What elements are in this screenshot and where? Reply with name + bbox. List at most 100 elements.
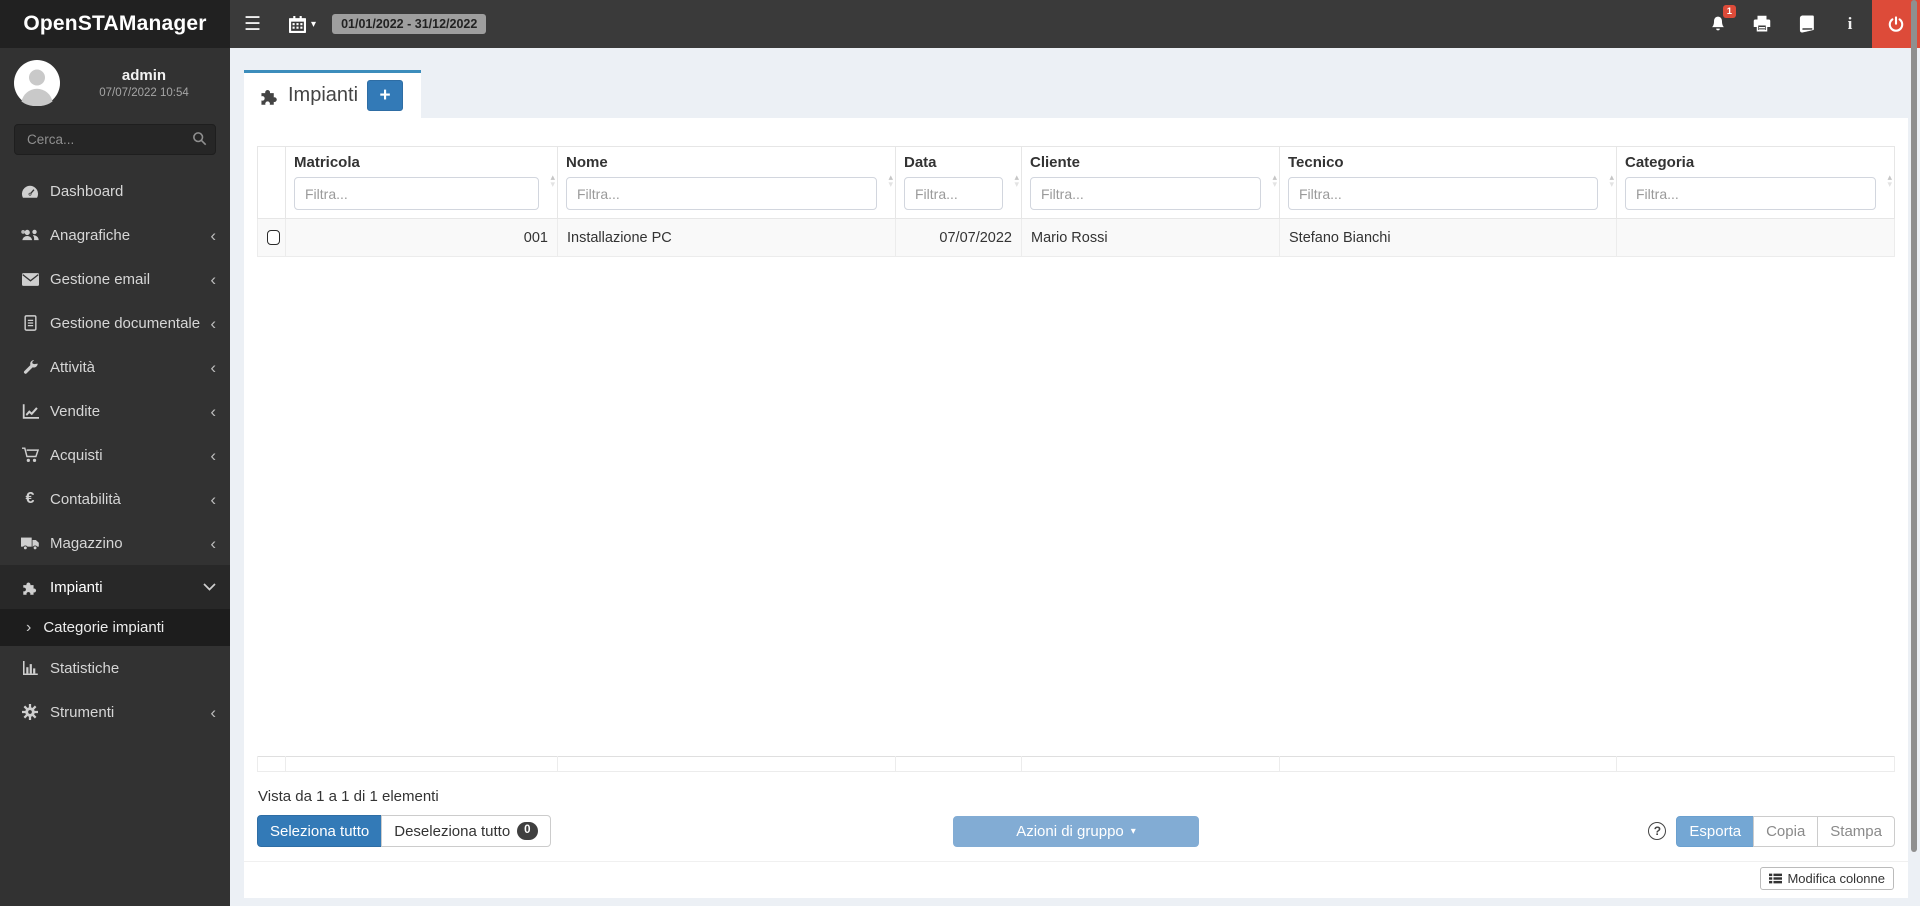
sidebar-item-label: Contabilità: [50, 490, 121, 508]
sort-arrows[interactable]: ▴ ▾: [888, 173, 893, 188]
caret-down-icon: ▾: [1130, 825, 1136, 837]
sort-arrows[interactable]: ▴ ▾: [550, 173, 555, 188]
add-record-button[interactable]: +: [367, 80, 404, 111]
app-logo[interactable]: OpenSTAManager: [0, 0, 230, 48]
printer-icon: [1753, 15, 1771, 33]
notifications-button[interactable]: 1: [1696, 0, 1740, 48]
file-icon: [18, 315, 42, 331]
filter-input-categoria[interactable]: [1625, 177, 1876, 210]
pagination-info: Vista da 1 a 1 di 1 elementi: [258, 788, 439, 805]
sidebar-toggle-button[interactable]: ☰: [230, 0, 275, 48]
table-empty-space: [257, 256, 1895, 757]
sidebar-item-label: Magazzino: [50, 534, 123, 552]
search-input[interactable]: [14, 124, 216, 155]
navbar: ☰ ▾ 01/01/2022 - 31/12/2022 1 i: [230, 0, 1920, 48]
row-checkbox-cell: [257, 218, 286, 257]
help-icon[interactable]: ?: [1648, 822, 1667, 840]
sidebar-item-label: Gestione email: [50, 270, 151, 288]
sidebar-item-acquisti[interactable]: Acquisti ‹: [0, 433, 230, 477]
sidebar-item-anagrafiche[interactable]: Anagrafiche ‹: [0, 213, 230, 257]
cell-cliente: Mario Rossi: [1021, 218, 1280, 257]
sidebar-item-label: Dashboard: [50, 182, 124, 200]
chevron-left-icon: ‹: [210, 401, 216, 421]
records-table: Matricola ▴▾ Nome ▴▾ Data ▴▾ Cliente: [257, 146, 1895, 772]
topbar: OpenSTAManager ☰ ▾ 01/01/2022 - 31/12/20…: [0, 0, 1920, 48]
bar-chart-icon: [18, 661, 42, 675]
sidebar-menu: Dashboard Anagrafiche ‹ Gestione email ‹…: [0, 169, 230, 734]
period-picker-button[interactable]: ▾: [275, 0, 330, 48]
docs-button[interactable]: [1784, 0, 1828, 48]
chevron-left-icon: ‹: [210, 225, 216, 245]
filter-input-cliente[interactable]: [1030, 177, 1261, 210]
sidebar-search: [14, 124, 216, 155]
sidebar-item-label: Vendite: [50, 402, 101, 420]
about-button[interactable]: i: [1828, 0, 1872, 48]
caret-down-icon: ▾: [311, 18, 317, 30]
sidebar-item-gestione-documentale[interactable]: Gestione documentale ‹: [0, 301, 230, 345]
table-panel: Matricola ▴▾ Nome ▴▾ Data ▴▾ Cliente: [244, 118, 1908, 898]
sidebar-item-label: Statistiche: [50, 659, 120, 677]
sidebar-item-label: Acquisti: [50, 446, 103, 464]
sidebar-item-magazzino[interactable]: Magazzino ‹: [0, 521, 230, 565]
sidebar-item-attivita[interactable]: Attività ‹: [0, 345, 230, 389]
avatar[interactable]: [14, 60, 60, 106]
tab-impianti[interactable]: Impianti +: [244, 70, 422, 118]
table-footer-row: [257, 756, 1895, 772]
sidebar-item-statistiche[interactable]: Statistiche: [0, 646, 230, 690]
sort-arrows[interactable]: ▴ ▾: [1609, 173, 1614, 188]
sidebar-item-impianti[interactable]: Impianti: [0, 565, 230, 609]
sidebar-item-gestione-email[interactable]: Gestione email ‹: [0, 257, 230, 301]
date-range-badge[interactable]: 01/01/2022 - 31/12/2022: [332, 14, 487, 34]
print-button-table[interactable]: Stampa: [1817, 815, 1895, 847]
tab-bar: Impianti +: [244, 70, 1908, 118]
checkbox-column-header: [257, 146, 286, 219]
power-icon: [1887, 15, 1905, 34]
sort-arrows[interactable]: ▴ ▾: [1272, 173, 1277, 188]
column-header-matricola: Matricola ▴▾: [285, 146, 558, 219]
search-icon[interactable]: [192, 131, 207, 146]
sidebar-item-vendite[interactable]: Vendite ‹: [0, 389, 230, 433]
deselect-all-button[interactable]: Deseleziona tutto 0: [381, 815, 551, 847]
group-actions-button[interactable]: Azioni di gruppo ▾: [953, 815, 1199, 847]
cell-data: 07/07/2022: [895, 218, 1022, 257]
print-button[interactable]: [1740, 0, 1784, 48]
sidebar-item-label: Strumenti: [50, 703, 115, 721]
user-datetime: 07/07/2022 10:54: [99, 87, 189, 99]
copy-button[interactable]: Copia: [1753, 815, 1819, 847]
column-header-data: Data ▴▾: [895, 146, 1022, 219]
user-name: admin: [121, 67, 167, 84]
chevron-left-icon: ‹: [210, 313, 216, 333]
select-all-button[interactable]: Seleziona tutto: [257, 815, 383, 847]
filter-input-tecnico[interactable]: [1288, 177, 1598, 210]
sort-arrows[interactable]: ▴ ▾: [1887, 173, 1892, 188]
sidebar-item-label: Gestione documentale: [50, 314, 201, 332]
truck-icon: [18, 536, 42, 551]
row-checkbox[interactable]: [267, 230, 280, 245]
cell-categoria: [1616, 218, 1895, 257]
sidebar-item-categorie-impianti[interactable]: › Categorie impianti: [0, 609, 230, 646]
column-header-cliente: Cliente ▴▾: [1021, 146, 1280, 219]
selected-count-badge: 0: [517, 822, 538, 840]
selection-button-group: Seleziona tutto Deseleziona tutto 0: [257, 815, 551, 847]
sidebar-item-contabilita[interactable]: € Contabilità ‹: [0, 477, 230, 521]
sidebar-item-dashboard[interactable]: Dashboard: [0, 169, 230, 213]
table-row[interactable]: 001 Installazione PC 07/07/2022 Mario Ro…: [257, 218, 1895, 257]
filter-input-matricola[interactable]: [294, 177, 539, 210]
sidebar-item-strumenti[interactable]: Strumenti ‹: [0, 690, 230, 734]
puzzle-icon: [260, 87, 279, 105]
cart-icon: [18, 447, 42, 463]
wrench-icon: [18, 359, 42, 375]
chevron-right-icon: ›: [26, 618, 32, 636]
column-header-tecnico: Tecnico ▴▾: [1279, 146, 1617, 219]
filter-input-nome[interactable]: [566, 177, 877, 210]
sort-arrows[interactable]: ▴ ▾: [1014, 173, 1019, 188]
edit-columns-row: Modifica colonne: [257, 862, 1895, 890]
filter-input-data[interactable]: [904, 177, 1003, 210]
chart-line-icon: [18, 403, 42, 419]
export-button[interactable]: Esporta: [1676, 815, 1755, 847]
edit-columns-button[interactable]: Modifica colonne: [1760, 867, 1894, 890]
user-panel: admin 07/07/2022 10:54: [0, 48, 230, 114]
navbar-right: 1 i: [1696, 0, 1920, 48]
column-header-categoria: Categoria ▴▾: [1616, 146, 1895, 219]
vertical-scrollbar[interactable]: [1911, 0, 1917, 852]
